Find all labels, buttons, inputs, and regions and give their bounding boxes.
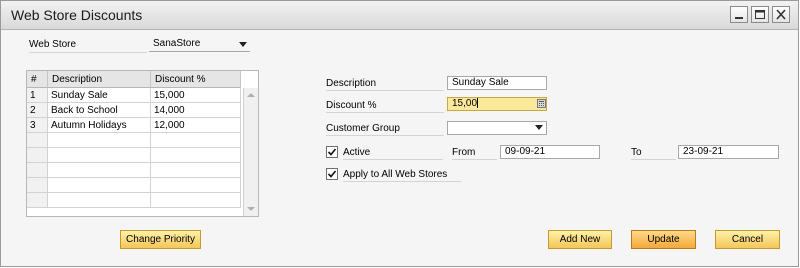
row-number: 3 <box>27 118 48 133</box>
description-field[interactable]: Sunday Sale <box>447 76 547 90</box>
row-discount[interactable]: 14,000 <box>151 103 241 118</box>
from-underline <box>452 159 497 160</box>
from-date-field[interactable]: 09-09-21 <box>500 145 600 159</box>
maximize-icon <box>755 10 765 19</box>
row-description[interactable]: Autumn Holidays <box>48 118 151 133</box>
chevron-down-icon <box>239 42 247 47</box>
update-button[interactable]: Update <box>631 230 696 249</box>
window-title: Web Store Discounts <box>11 7 143 23</box>
title-bar: Web Store Discounts <box>1 1 798 30</box>
web-store-label: Web Store <box>29 39 77 50</box>
maximize-button[interactable] <box>751 6 769 23</box>
customer-group-underline <box>326 135 444 136</box>
cancel-button[interactable]: Cancel <box>715 230 780 249</box>
description-value: Sunday Sale <box>452 77 509 88</box>
change-priority-button[interactable]: Change Priority <box>120 230 201 249</box>
column-header-number[interactable]: # <box>27 71 48 88</box>
column-header-description[interactable]: Description <box>48 71 151 88</box>
from-date-value: 09-09-21 <box>505 146 546 157</box>
discount-value: 15,00 <box>452 98 478 109</box>
from-label: From <box>452 147 476 158</box>
row-description[interactable]: Sunday Sale <box>48 88 151 103</box>
table-scrollbar[interactable] <box>243 88 258 216</box>
web-store-value: SanaStore <box>153 38 201 49</box>
apply-all-checkbox[interactable] <box>326 168 338 180</box>
calculator-icon[interactable] <box>537 99 546 108</box>
add-new-button[interactable]: Add New <box>548 230 612 249</box>
scroll-up-icon[interactable] <box>247 92 255 98</box>
row-number: 2 <box>27 103 48 118</box>
customer-group-label: Customer Group <box>326 123 400 134</box>
active-checkbox[interactable] <box>326 146 338 158</box>
description-label: Description <box>326 78 377 89</box>
to-date-field[interactable]: 23-09-21 <box>678 145 779 159</box>
column-header-discount[interactable]: Discount % <box>151 71 241 88</box>
close-button[interactable] <box>772 6 790 23</box>
customer-group-select[interactable] <box>447 121 547 135</box>
row-description[interactable]: Back to School <box>48 103 151 118</box>
discount-underline <box>326 112 444 113</box>
discount-label: Discount % <box>326 100 377 111</box>
checkmark-icon <box>327 148 337 156</box>
row-discount[interactable]: 15,000 <box>151 88 241 103</box>
row-discount[interactable]: 12,000 <box>151 118 241 133</box>
discounts-table: # Description Discount % 1 Sunday Sale 1… <box>26 70 259 217</box>
to-date-value: 23-09-21 <box>683 146 724 157</box>
close-icon <box>776 9 786 20</box>
scroll-down-icon[interactable] <box>247 206 255 212</box>
to-underline <box>631 159 676 160</box>
to-label: To <box>631 147 642 158</box>
active-underline <box>343 159 443 160</box>
apply-all-label: Apply to All Web Stores <box>343 169 448 180</box>
apply-all-underline <box>343 181 461 182</box>
chevron-down-icon <box>535 125 543 130</box>
web-store-select[interactable]: SanaStore <box>149 38 250 52</box>
checkmark-icon <box>327 170 337 178</box>
web-store-discounts-window: Web Store Discounts Web Store SanaStore … <box>0 0 799 267</box>
minimize-icon <box>735 17 743 19</box>
discount-field[interactable]: 15,00 <box>447 97 547 111</box>
active-label: Active <box>343 147 371 158</box>
minimize-button[interactable] <box>730 6 748 23</box>
description-underline <box>326 90 444 91</box>
web-store-underline <box>29 52 147 53</box>
row-number: 1 <box>27 88 48 103</box>
